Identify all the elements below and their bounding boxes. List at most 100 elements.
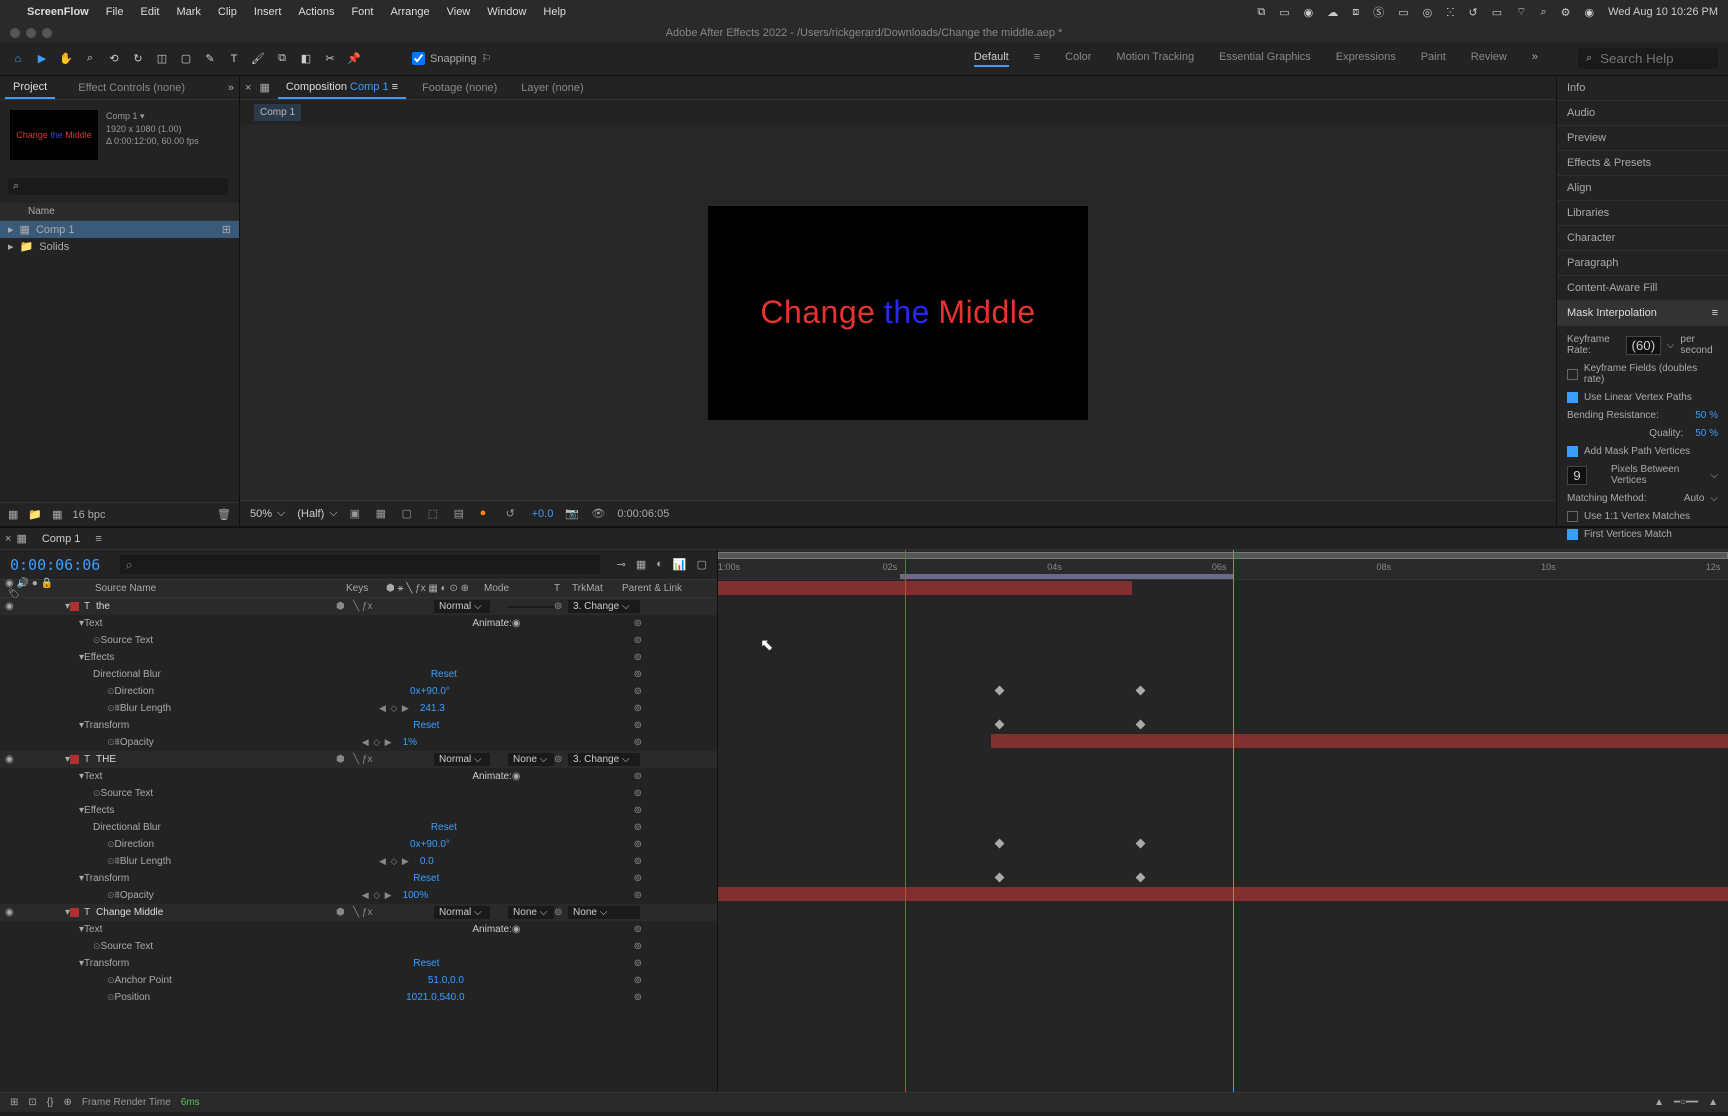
reset-exposure-icon[interactable]: ↺ (506, 507, 520, 521)
roi-icon[interactable]: ▣ (350, 507, 364, 521)
pickwhip-icon[interactable]: ⊚ (634, 669, 642, 680)
workspace-overflow-icon[interactable]: » (1532, 51, 1538, 67)
clip-menu[interactable]: Clip (218, 6, 237, 18)
trkmat-dropdown[interactable]: None ⌵ (508, 906, 554, 919)
property-row[interactable]: ⊙ Position1021.0,540.0⊚ (0, 989, 717, 1006)
matching-dropdown[interactable]: Auto (1684, 493, 1705, 504)
rectangle-tool-icon[interactable]: ▢ (178, 51, 194, 67)
pickwhip-icon[interactable]: ⊚ (634, 652, 642, 663)
property-row[interactable]: ▾Effects⊚ (0, 802, 717, 819)
shy-icon[interactable]: ⊸ (617, 558, 626, 571)
property-row[interactable]: Directional BlurReset⊚ (0, 819, 717, 836)
layer-track[interactable] (718, 886, 1728, 903)
keyframe-diamond[interactable] (994, 839, 1004, 849)
resolution-dropdown[interactable]: (Half) ⌵ (297, 507, 337, 520)
property-track[interactable] (718, 971, 1728, 988)
pixels-between-input[interactable] (1567, 466, 1587, 485)
file-menu[interactable]: File (106, 6, 124, 18)
type-tool-icon[interactable]: T (226, 51, 242, 67)
property-value[interactable]: Reset (431, 669, 551, 680)
show-snapshot-icon[interactable]: 👁 (591, 507, 605, 521)
blend-mode-dropdown[interactable]: Normal ⌵ (434, 600, 490, 613)
help-menu[interactable]: Help (543, 6, 566, 18)
bpc-toggle[interactable]: 16 bpc (73, 509, 106, 521)
property-value[interactable]: 241.3 (420, 703, 540, 714)
stopwatch-icon[interactable]: ⊙ (107, 890, 115, 901)
mask-icon[interactable]: ▢ (402, 507, 416, 521)
panel-menu-icon[interactable]: ≡ (1712, 307, 1718, 319)
property-value[interactable]: 1% (403, 737, 523, 748)
property-track[interactable] (718, 614, 1728, 631)
property-row[interactable]: ⊙ Source Text⊚ (0, 632, 717, 649)
property-row[interactable]: ⊙ ⩩ Blur Length◀ ◇ ▶0.0⊚ (0, 853, 717, 870)
edit-menu[interactable]: Edit (140, 6, 159, 18)
home-icon[interactable]: ⌂ (10, 51, 26, 67)
actions-menu[interactable]: Actions (298, 6, 334, 18)
control-center-icon[interactable]: ⚙ (1561, 6, 1571, 19)
keyframe-rate-input[interactable] (1626, 336, 1661, 355)
property-track[interactable] (718, 597, 1728, 614)
panel-content-aware-fill[interactable]: Content-Aware Fill (1557, 276, 1728, 301)
timeline-tab-comp1[interactable]: Comp 1 (32, 530, 91, 548)
timeline-track-area[interactable]: 1:00s02s04s06s08s10s12s ⬉ (718, 550, 1728, 1092)
property-row[interactable]: ⊙ Direction0x+90.0°⊚ (0, 836, 717, 853)
mark-menu[interactable]: Mark (176, 6, 200, 18)
property-value[interactable]: Reset (413, 958, 533, 969)
search-help[interactable]: ⌕ (1578, 48, 1718, 69)
keyframe-navigator[interactable]: ◀ ◇ ▶ (362, 890, 393, 901)
property-row[interactable]: ▾TextAnimate:◉⊚ (0, 921, 717, 938)
comp-thumbnail[interactable]: Change the Middle (10, 110, 98, 160)
project-item-comp1[interactable]: ▸ ▦ Comp 1 ⊞ (0, 221, 239, 238)
property-track[interactable] (718, 665, 1728, 682)
workspace-menu-icon[interactable]: ≡ (1034, 51, 1040, 67)
keyframe-diamond[interactable] (994, 720, 1004, 730)
footage-tab[interactable]: Footage (none) (414, 78, 505, 98)
keyframe-diamond[interactable] (994, 686, 1004, 696)
pan-behind-tool-icon[interactable]: ◫ (154, 51, 170, 67)
snapping-options-icon[interactable]: ⚐ (482, 52, 492, 65)
preview-timecode[interactable]: 0:00:06:05 (617, 508, 669, 520)
hand-tool-icon[interactable]: ✋ (58, 51, 74, 67)
stopwatch-icon[interactable]: ⊙ (107, 839, 115, 850)
property-track[interactable] (718, 869, 1728, 886)
property-track[interactable] (718, 648, 1728, 665)
property-track[interactable] (718, 954, 1728, 971)
pickwhip-icon[interactable]: ⊚ (634, 788, 642, 799)
status-icon-s[interactable]: Ⓢ (1373, 4, 1384, 20)
timeline-search[interactable] (120, 555, 600, 574)
new-folder-icon[interactable]: 📁 (28, 508, 42, 521)
property-track[interactable] (718, 903, 1728, 920)
property-value[interactable]: 0x+90.0° (410, 839, 530, 850)
zoom-window-icon[interactable] (42, 28, 52, 38)
dropdown-arrow-icon[interactable]: ⌵ (1710, 470, 1718, 481)
animate-menu-icon[interactable]: ◉ (512, 924, 521, 935)
bluetooth-icon[interactable]: ⵘ (1446, 6, 1454, 19)
property-track[interactable] (718, 784, 1728, 801)
view-menu[interactable]: View (447, 6, 471, 18)
stopwatch-icon[interactable]: ⊙ (107, 992, 115, 1003)
search-input[interactable] (1600, 51, 1700, 66)
twirl-icon[interactable]: ▸ (8, 223, 14, 236)
new-comp-icon[interactable]: ▦ (52, 508, 62, 521)
dropdown-arrow-icon[interactable]: ⌵ (1710, 493, 1718, 504)
snapping-checkbox[interactable] (412, 52, 425, 65)
stopwatch-icon[interactable]: ⊙ (93, 941, 101, 952)
clock[interactable]: Wed Aug 10 10:26 PM (1608, 6, 1718, 18)
property-value[interactable]: 0x+90.0° (410, 686, 530, 697)
zoom-tool-icon[interactable]: ⌕ (82, 51, 98, 67)
keyframe-navigator[interactable]: ◀ ◇ ▶ (379, 856, 410, 867)
project-item-solids[interactable]: ▸ 📁 Solids (0, 238, 239, 255)
property-row[interactable]: ⊙ Source Text⊚ (0, 938, 717, 955)
property-row[interactable]: ⊙ ⩩ Opacity◀ ◇ ▶1%⊚ (0, 734, 717, 751)
property-row[interactable]: ⊙ Anchor Point51.0,0.0⊚ (0, 972, 717, 989)
pickwhip-icon[interactable]: ⊚ (634, 686, 642, 697)
panel-overflow-icon[interactable]: » (228, 82, 234, 94)
zoom-dropdown[interactable]: 50% ⌵ (250, 507, 285, 520)
blend-mode-dropdown[interactable]: Normal ⌵ (434, 753, 490, 766)
pickwhip-icon[interactable]: ⊚ (634, 992, 642, 1003)
timemachine-icon[interactable]: ↺ (1469, 6, 1478, 19)
layer-track[interactable] (718, 733, 1728, 750)
layer-tab[interactable]: Layer (none) (513, 78, 591, 98)
workspace-color[interactable]: Color (1065, 51, 1091, 67)
pickwhip-icon[interactable]: ⊚ (634, 737, 642, 748)
